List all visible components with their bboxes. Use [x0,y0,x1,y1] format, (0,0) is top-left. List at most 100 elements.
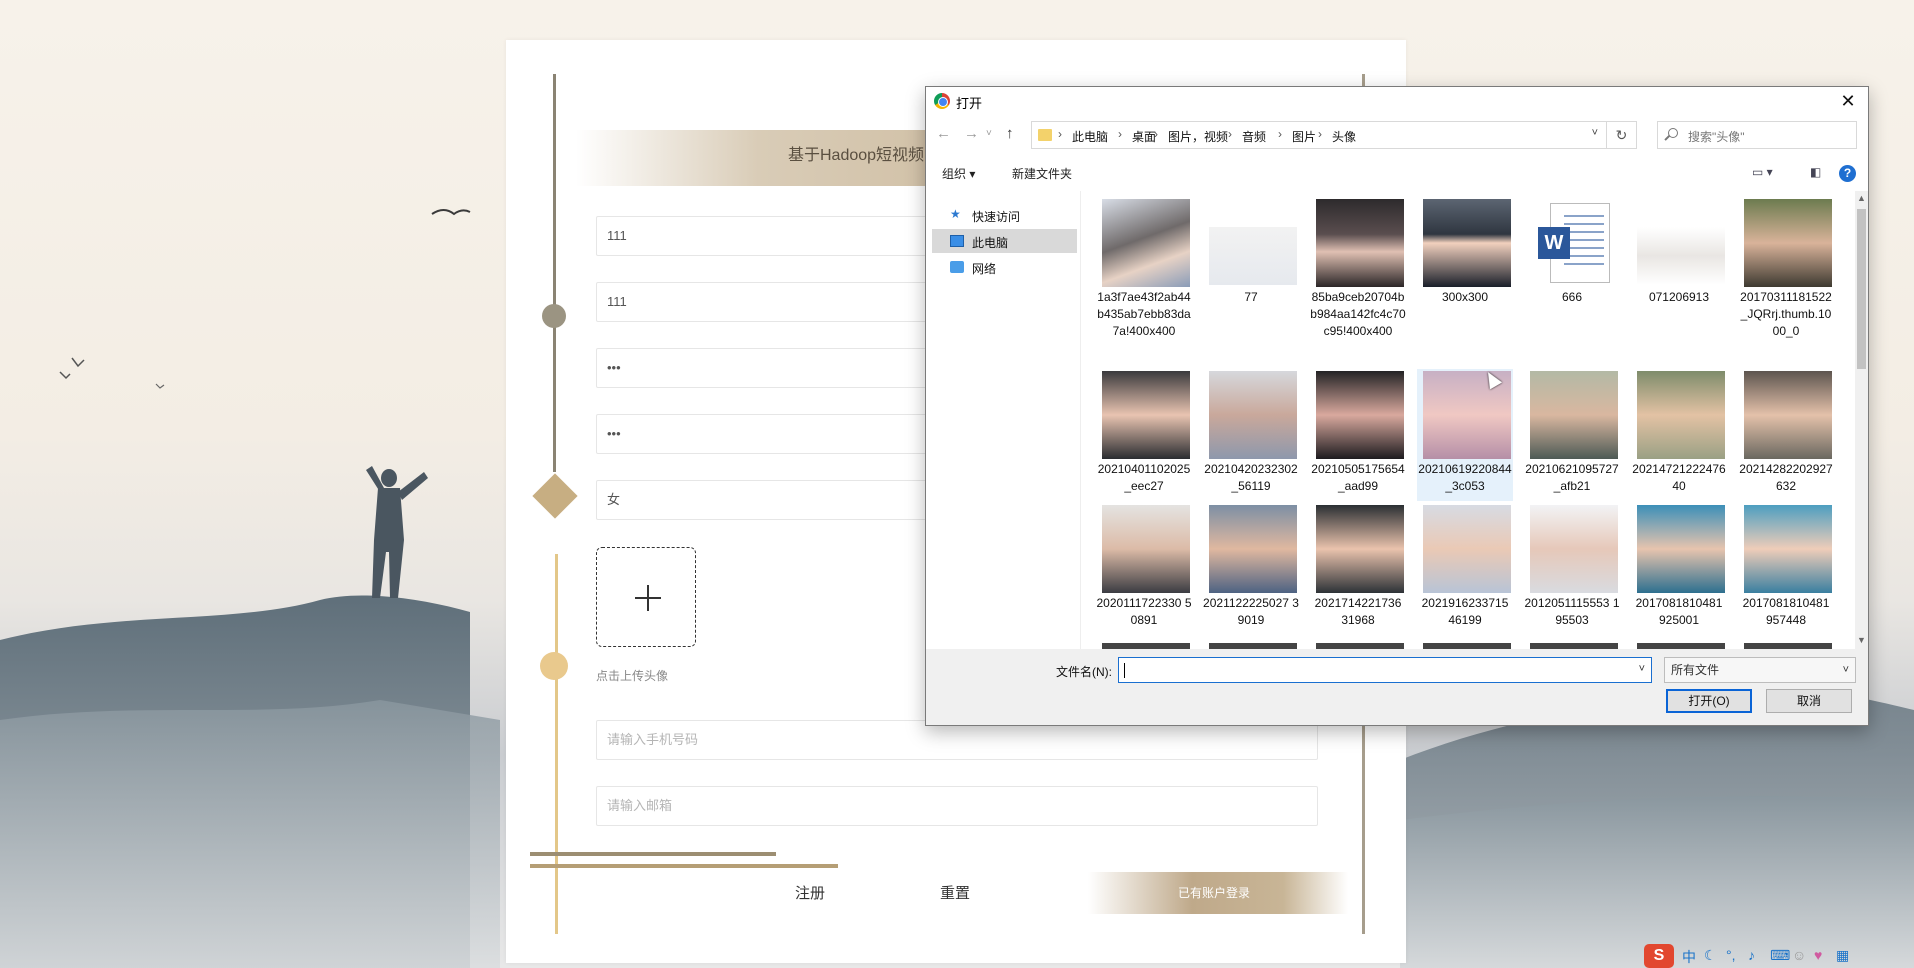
nav-this-pc[interactable]: 此电脑 [932,229,1077,253]
computer-icon [950,235,964,247]
image-thumbnail [1316,505,1404,593]
breadcrumb-audio[interactable]: 音频 [1242,128,1266,145]
chevron-down-icon[interactable]: ˅ [1592,127,1598,139]
breadcrumb-desktop[interactable]: 桌面 [1132,128,1156,145]
ime-language-toggle[interactable]: 中 [1682,947,1696,967]
preview-pane-icon[interactable]: ◧ [1810,165,1821,179]
refresh-icon[interactable]: ↻ [1607,121,1637,149]
image-thumbnail [1637,505,1725,593]
file-tile[interactable]: 2017081810481 957448 [1738,503,1834,635]
decor-hline [530,852,776,856]
scroll-thumb[interactable] [1857,209,1866,369]
image-thumbnail [1530,371,1618,459]
back-arrow-icon[interactable]: ← [936,125,951,142]
navigation-pane: ★ 快速访问 此电脑 网络 [926,191,1081,649]
file-name: 666 [1561,290,1583,304]
view-options-icon[interactable]: ▭ ▾ [1752,165,1773,179]
email-input[interactable]: 请输入邮箱 [596,786,1318,826]
register-button[interactable]: 注册 [795,882,825,903]
file-name: 2017081810481 957448 [1742,596,1830,627]
search-input[interactable]: 搜索"头像" [1657,121,1857,149]
file-tile[interactable]: 20210621095727_afb21 [1524,369,1620,501]
scroll-down-icon[interactable]: ▼ [1857,635,1866,645]
file-name: 20210505175654_aad99 [1311,462,1405,493]
file-type-select[interactable]: 所有文件 ˅ [1664,657,1856,683]
up-arrow-icon[interactable]: ↑ [1006,125,1014,142]
dialog-toolbar: 组织 ▾ 新建文件夹 ▭ ▾ ◧ [926,157,1868,189]
upload-hint: 点击上传头像 [596,669,669,683]
file-list: 1a3f7ae43f2ab44b435ab7ebb83da7a!400x400 7… [1082,191,1852,649]
image-thumbnail [1744,505,1832,593]
file-name: 2021916233715 46199 [1421,596,1509,627]
file-tile[interactable]: 85ba9ceb20704bb984aa142fc4c70c95!400x400 [1310,197,1406,338]
file-tile[interactable]: 20210401102025_eec27 [1096,369,1192,501]
new-folder-button[interactable]: 新建文件夹 [1012,165,1072,182]
breadcrumb-media[interactable]: 图片，视频 [1168,128,1228,145]
login-link[interactable]: 已有账户登录 [1178,884,1250,901]
open-button[interactable]: 打开(O) [1666,689,1752,713]
file-tile[interactable]: 20210619220844_3c053 [1417,369,1513,501]
breadcrumb-pictures[interactable]: 图片 [1292,128,1316,145]
chevron-down-icon[interactable]: ˅ [1639,663,1645,675]
file-tile[interactable]: W 666 [1524,197,1620,329]
file-tile[interactable]: 20170311181522_JQRrj.thumb.1000_0 [1738,197,1834,338]
file-name: 2021714221736 31968 [1314,596,1402,627]
avatar-upload-button[interactable] [596,547,696,647]
breadcrumb-avatar[interactable]: 头像 [1332,128,1356,145]
microphone-icon[interactable]: ♪ [1748,947,1755,963]
filename-input[interactable]: ˅ [1118,657,1652,683]
phone-input[interactable]: 请输入手机号码 [596,720,1318,760]
file-name: 77 [1244,290,1258,304]
image-thumbnail [1423,505,1511,593]
image-thumbnail [1102,199,1190,287]
file-name: 20210401102025_eec27 [1097,462,1191,493]
file-tile[interactable]: 2020111722330 50891 [1096,503,1192,635]
file-name: 20170311181522_JQRrj.thumb.1000_0 [1740,290,1832,338]
file-tile[interactable]: 2017081810481 925001 [1631,503,1727,635]
file-tile[interactable]: 2012051115553 195503 [1524,503,1620,635]
file-tile[interactable]: 2021472122247640 [1631,369,1727,501]
file-tile[interactable]: 77 [1203,197,1299,329]
ime-tray: S 中 ☾ °, ♪ ⌨ ☺ ♥ ▦ [1644,944,1910,968]
file-tile[interactable]: 1a3f7ae43f2ab44b435ab7ebb83da7a!400x400 [1096,197,1192,338]
file-tile[interactable]: 20210505175654_aad99 [1310,369,1406,501]
forward-arrow-icon[interactable]: → [964,125,979,142]
file-tile[interactable]: 20210420232302_56119 [1203,369,1299,501]
file-tile[interactable]: 20214282202927632 [1738,369,1834,501]
shirt-icon[interactable]: ♥ [1814,947,1822,963]
apps-grid-icon[interactable]: ▦ [1836,947,1849,964]
nav-quick-access[interactable]: ★ 快速访问 [932,203,1077,227]
word-document-icon: W [1530,199,1618,287]
file-tile[interactable]: 2021916233715 46199 [1417,503,1513,635]
file-name: 20210420232302_56119 [1204,462,1298,493]
recent-dropdown-icon[interactable]: ˅ [986,128,992,139]
image-thumbnail [1102,505,1190,593]
scroll-up-icon[interactable]: ▲ [1857,193,1866,203]
file-name: 1a3f7ae43f2ab44b435ab7ebb83da7a!400x400 [1097,290,1191,338]
file-tile[interactable]: 300x300 [1417,197,1513,329]
user-icon[interactable]: ☺ [1792,947,1806,963]
keyboard-icon[interactable]: ⌨ [1770,947,1790,964]
dialog-footer: 文件名(N): ˅ 所有文件 ˅ 打开(O) 取消 [926,649,1868,725]
close-icon[interactable]: ✕ [1834,89,1862,113]
chrome-icon [934,93,950,109]
punctuation-icon[interactable]: °, [1726,947,1736,963]
file-tile[interactable]: 2021122225027 39019 [1203,503,1299,635]
reset-button[interactable]: 重置 [940,882,970,903]
cancel-button[interactable]: 取消 [1766,689,1852,713]
file-name: 300x300 [1441,290,1489,304]
organize-menu[interactable]: 组织 ▾ [942,165,975,182]
vertical-scrollbar[interactable]: ▲ ▼ [1855,191,1868,649]
search-icon [1668,128,1678,138]
address-bar[interactable]: › 此电脑 › 桌面 › 图片，视频 › 音频 › 图片 › 头像 ˅ [1031,121,1607,149]
decor-dot-gold [540,652,568,680]
file-tile[interactable]: 2021714221736 31968 [1310,503,1406,635]
folder-icon [1038,129,1052,141]
file-tile[interactable]: 071206913 [1631,197,1727,329]
sogou-ime-icon[interactable]: S [1644,944,1674,968]
moon-icon[interactable]: ☾ [1704,947,1717,964]
nav-network[interactable]: 网络 [932,255,1077,279]
dialog-titlebar[interactable]: 打开 ✕ [926,87,1868,115]
help-icon[interactable]: ? [1839,165,1856,182]
breadcrumb-this-pc[interactable]: 此电脑 [1072,128,1108,145]
